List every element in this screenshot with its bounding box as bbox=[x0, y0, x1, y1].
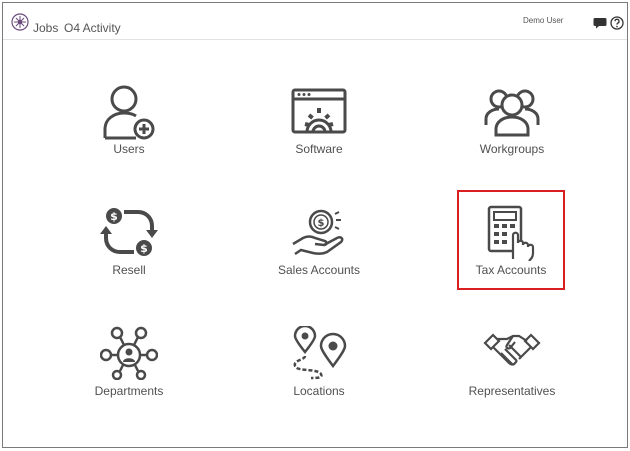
tile-label: Workgroups bbox=[479, 142, 545, 156]
nav-activity-link[interactable]: O4 Activity bbox=[64, 21, 121, 35]
tile-software[interactable]: Software bbox=[244, 81, 394, 171]
tile-resell[interactable]: $ $ Resell bbox=[54, 202, 204, 292]
tile-users[interactable]: Users bbox=[54, 81, 204, 171]
app-frame: Jobs O4 Activity Demo User Users Softwar… bbox=[2, 2, 628, 448]
tile-locations[interactable]: Locations bbox=[244, 323, 394, 413]
handshake-icon bbox=[483, 333, 541, 366]
resell-cycle-icon: $ $ bbox=[100, 208, 158, 256]
top-header: Jobs O4 Activity Demo User bbox=[3, 3, 627, 40]
tile-tax-accounts[interactable]: Tax Accounts bbox=[457, 190, 565, 290]
user-add-icon bbox=[103, 85, 155, 140]
tile-label: Software bbox=[295, 142, 343, 156]
tile-label: Tax Accounts bbox=[475, 263, 547, 277]
tile-label: Resell bbox=[112, 263, 146, 277]
svg-text:$: $ bbox=[110, 210, 118, 223]
tile-workgroups[interactable]: Workgroups bbox=[437, 81, 587, 171]
svg-text:$: $ bbox=[318, 218, 325, 229]
help-icon[interactable] bbox=[610, 16, 624, 30]
tile-sales-accounts[interactable]: $ Sales Accounts bbox=[244, 202, 394, 292]
software-gear-icon bbox=[291, 88, 347, 134]
map-pins-route-icon bbox=[293, 326, 347, 380]
tile-label: Users bbox=[113, 142, 145, 156]
tile-representatives[interactable]: Representatives bbox=[437, 323, 587, 413]
tile-departments[interactable]: Departments bbox=[54, 323, 204, 413]
nav-jobs-link[interactable]: Jobs bbox=[33, 21, 58, 35]
tile-label: Locations bbox=[293, 384, 345, 398]
tile-label: Departments bbox=[94, 384, 164, 398]
chat-icon[interactable] bbox=[593, 16, 607, 30]
hand-coin-icon: $ bbox=[292, 209, 344, 256]
calculator-hand-icon bbox=[487, 205, 535, 261]
network-person-icon bbox=[100, 326, 158, 380]
app-logo-icon[interactable] bbox=[11, 13, 29, 31]
group-icon bbox=[484, 89, 540, 137]
svg-text:$: $ bbox=[140, 242, 148, 255]
tile-label: Sales Accounts bbox=[277, 263, 361, 277]
tile-label: Representatives bbox=[468, 384, 556, 398]
user-name[interactable]: Demo User bbox=[523, 16, 563, 25]
